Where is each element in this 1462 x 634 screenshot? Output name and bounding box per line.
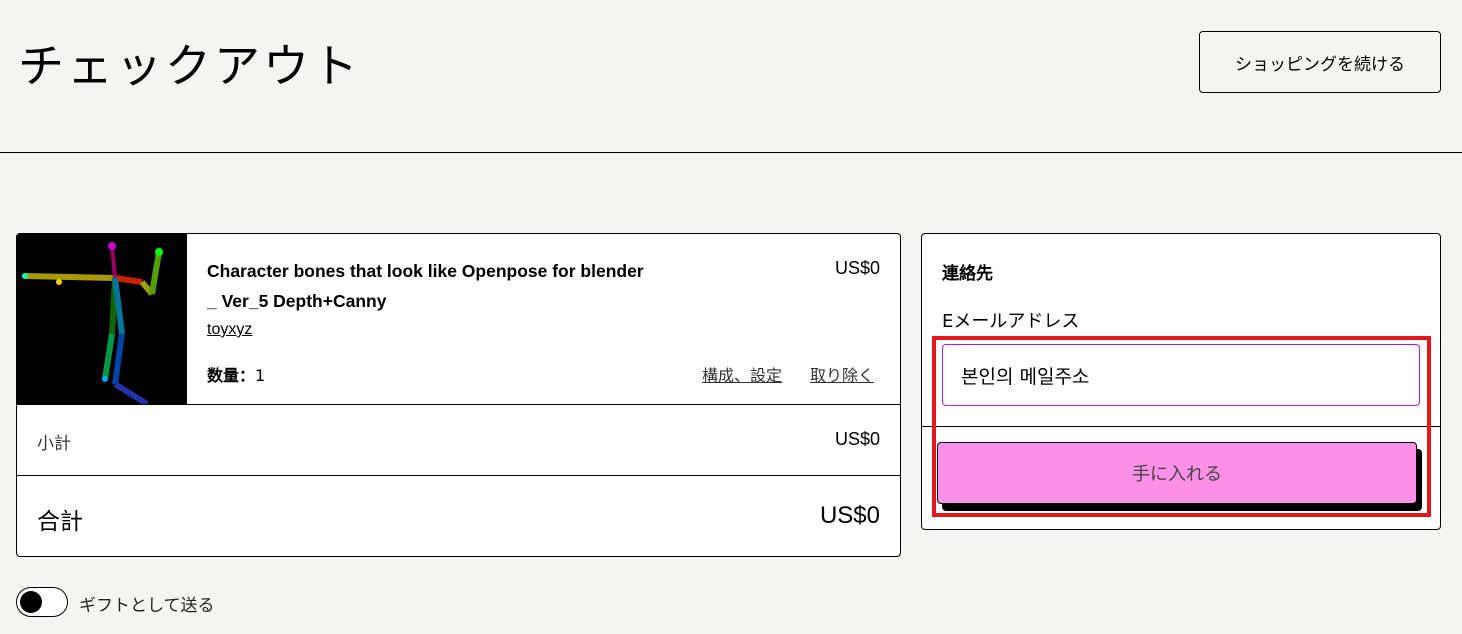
email-field[interactable] <box>942 344 1420 406</box>
total-label: 合計 <box>37 509 83 535</box>
continue-shopping-button[interactable]: ショッピングを続ける <box>1199 31 1441 93</box>
quantity-value: 1 <box>255 366 266 385</box>
contact-divider <box>922 426 1440 427</box>
cart-card: Character bones that look like Openpose … <box>16 233 901 557</box>
total-value: US$0 <box>819 502 880 529</box>
configure-link[interactable]: 構成、設定 <box>702 362 782 386</box>
quantity: 数量：1 <box>207 362 265 386</box>
page-title: チェックアウト <box>18 39 361 93</box>
contact-heading: 連絡先 <box>942 264 993 284</box>
remove-link[interactable]: 取り除く <box>810 362 874 386</box>
subtotal-value: US$0 <box>834 429 880 449</box>
cart-item: Character bones that look like Openpose … <box>17 234 900 407</box>
total-row: 合計 US$0 <box>17 476 900 556</box>
product-thumbnail[interactable] <box>17 234 187 407</box>
gift-label: ギフトとして送る <box>79 596 215 616</box>
product-title[interactable]: Character bones that look like Openpose … <box>207 256 657 316</box>
subtotal-label: 小計 <box>37 434 71 454</box>
subtotal-row: 小計 US$0 <box>17 405 900 476</box>
creator-link[interactable]: toyxyz <box>207 321 252 339</box>
email-label: Eメールアドレス <box>942 311 1080 332</box>
openpose-skeleton-image <box>22 242 163 407</box>
contact-card: 連絡先 Eメールアドレス 手に入れる <box>921 233 1441 530</box>
buy-button[interactable]: 手に入れる <box>937 442 1417 504</box>
quantity-label: 数量： <box>207 366 256 385</box>
toggle-knob <box>20 591 42 613</box>
page-header: チェックアウト ショッピングを続ける <box>0 0 1462 153</box>
product-price: US$0 <box>834 258 880 278</box>
gift-toggle[interactable] <box>16 587 68 617</box>
